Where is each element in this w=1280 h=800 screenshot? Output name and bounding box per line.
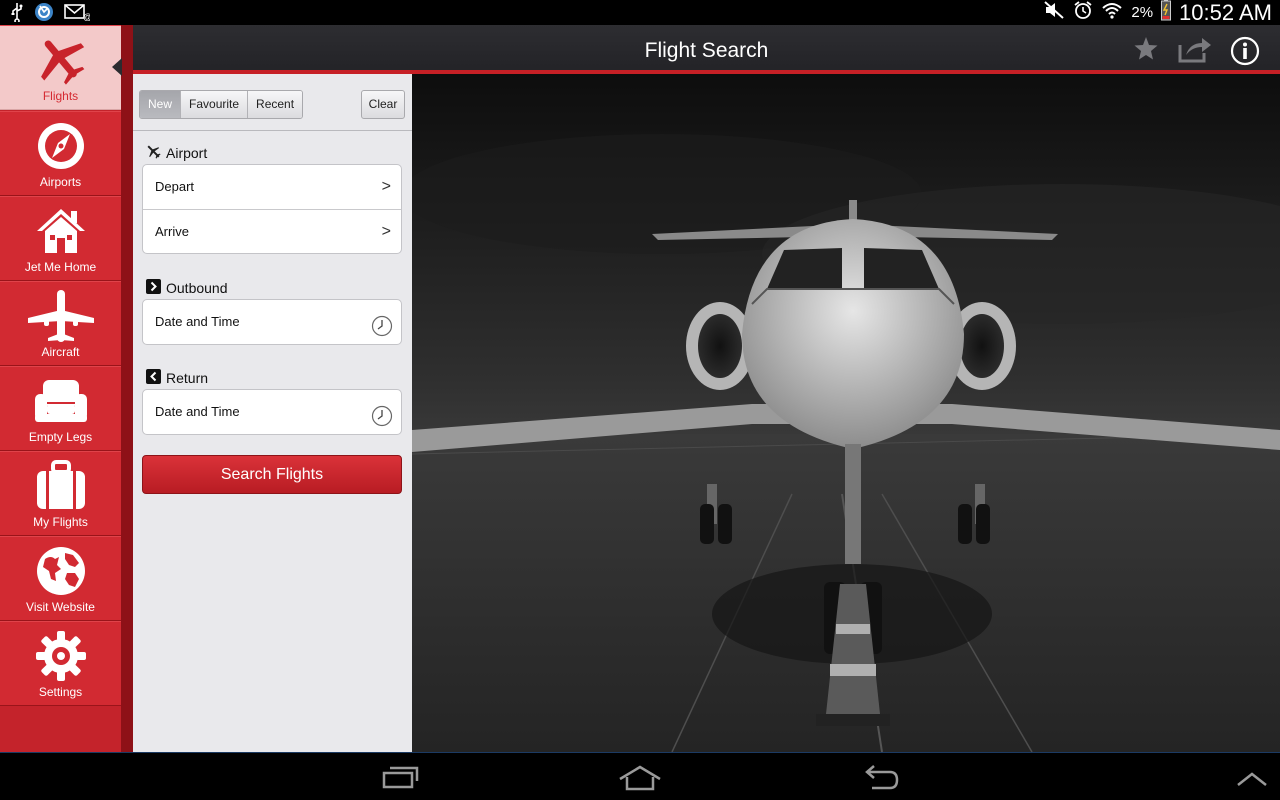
star-icon[interactable] — [1133, 35, 1159, 66]
chevron-right-icon: > — [381, 178, 391, 195]
sidebar-item-empty-legs[interactable]: Empty Legs — [0, 366, 121, 451]
compass-icon — [35, 120, 87, 172]
search-form-panel: New Favourite Recent Clear Airport Depar… — [133, 74, 412, 752]
sidebar-item-airports[interactable]: Airports — [0, 111, 121, 196]
sidebar-item-label: Airports — [39, 175, 82, 189]
sidebar-item-visit-website[interactable]: Visit Website — [0, 536, 121, 621]
sidebar-item-jet-me-home[interactable]: Jet Me Home — [0, 196, 121, 281]
return-date-field[interactable]: Date and Time — [142, 389, 402, 435]
back-button-icon[interactable] — [864, 765, 900, 796]
sidebar: Flights Airports Jet Me Home Aircraft Em… — [0, 25, 133, 752]
status-bar: @ 2% 10:52 AM — [0, 0, 1280, 25]
airport-card: Depart > Arrive > — [142, 164, 402, 254]
wifi-icon — [1101, 0, 1123, 25]
recent-apps-icon[interactable] — [382, 765, 420, 794]
outbound-date-row[interactable]: Date and Time — [143, 300, 401, 344]
hero-jet-image — [412, 74, 1280, 752]
tab-new[interactable]: New — [140, 91, 182, 118]
airport-section-header: Airport — [146, 144, 207, 162]
gear-icon — [35, 630, 87, 682]
depart-row[interactable]: Depart > — [143, 165, 401, 209]
armchair-icon — [33, 375, 89, 427]
sidebar-item-settings[interactable]: Settings — [0, 621, 121, 706]
sidebar-item-my-flights[interactable]: My Flights — [0, 451, 121, 536]
return-date-row[interactable]: Date and Time — [143, 390, 401, 434]
chevron-right-icon: > — [381, 223, 391, 240]
mute-icon — [1043, 0, 1065, 25]
outbound-section-title: Outbound — [166, 280, 228, 296]
airport-section-title: Airport — [166, 145, 208, 161]
home-icon — [35, 205, 87, 257]
sidebar-item-label: Settings — [38, 685, 83, 699]
sync-icon — [34, 2, 54, 27]
sidebar-item-label: Flights — [42, 89, 79, 103]
globe-icon — [35, 545, 87, 597]
return-section-header: Return — [146, 369, 208, 387]
return-date-placeholder: Date and Time — [155, 404, 240, 419]
aircraft-icon — [26, 290, 96, 342]
search-flights-button[interactable]: Search Flights — [142, 455, 402, 494]
outbound-date-field[interactable]: Date and Time — [142, 299, 402, 345]
sidebar-item-label: Aircraft — [41, 345, 80, 359]
arrive-row[interactable]: Arrive > — [143, 209, 401, 253]
segmented-tabs: New Favourite Recent — [139, 90, 304, 119]
active-item-pointer — [112, 58, 122, 76]
sidebar-item-label: Visit Website — [26, 600, 95, 614]
battery-low-icon — [1161, 0, 1172, 26]
tab-recent[interactable]: Recent — [248, 91, 303, 118]
usb-icon — [10, 2, 24, 27]
clear-button[interactable]: Clear — [361, 90, 405, 119]
sidebar-item-flights[interactable]: Flights — [0, 25, 121, 110]
svg-text:@: @ — [83, 12, 90, 21]
outbound-section-header: Outbound — [146, 279, 228, 297]
arrow-right-box-icon — [146, 279, 161, 297]
return-section-title: Return — [166, 370, 209, 386]
share-icon[interactable] — [1178, 35, 1212, 68]
sidebar-item-label: My Flights — [33, 515, 88, 529]
plane-small-icon — [146, 144, 161, 162]
sidebar-item-label: Empty Legs — [28, 430, 93, 444]
chevron-up-icon[interactable] — [1236, 771, 1268, 792]
alarm-icon — [1073, 0, 1093, 25]
info-icon[interactable] — [1230, 36, 1260, 71]
luggage-icon — [35, 460, 87, 512]
battery-percent: 2% — [1131, 4, 1154, 21]
plane-icon — [33, 34, 89, 86]
clock-icon — [371, 311, 393, 355]
clock-icon — [371, 401, 393, 445]
app-header: Flight Search — [133, 25, 1280, 72]
home-button-icon[interactable] — [618, 765, 662, 796]
sidebar-item-aircraft[interactable]: Aircraft — [0, 281, 121, 366]
email-icon: @ — [64, 3, 92, 26]
outbound-date-placeholder: Date and Time — [155, 314, 240, 329]
arrow-left-box-icon — [146, 369, 161, 387]
tabs-bar: New Favourite Recent Clear — [133, 74, 412, 131]
system-nav-bar — [0, 752, 1280, 800]
depart-label: Depart — [155, 179, 195, 194]
sidebar-item-label: Jet Me Home — [24, 260, 97, 274]
clock-time: 10:52 AM — [1179, 0, 1272, 25]
sidebar-edge — [121, 25, 133, 752]
arrive-label: Arrive — [155, 224, 189, 239]
tab-favourite[interactable]: Favourite — [181, 91, 249, 118]
